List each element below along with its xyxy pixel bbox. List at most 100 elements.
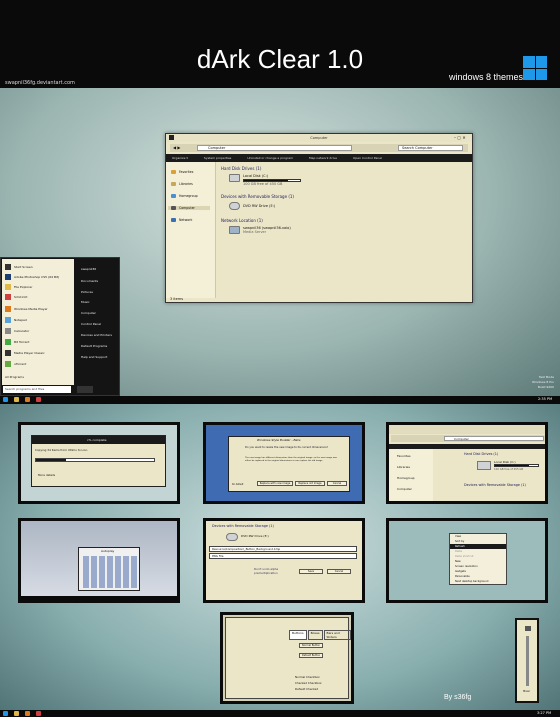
more-details[interactable]: More details — [38, 473, 55, 477]
window-controls[interactable]: – ▢ ✕ — [454, 135, 466, 140]
place-item[interactable]: Help and Support — [81, 355, 107, 359]
cancel-button[interactable]: Cancel — [327, 569, 351, 574]
signature: By s36fg — [444, 694, 472, 701]
copy-dialog[interactable]: c% complete Copying 34 items from Ultimo… — [31, 435, 166, 487]
group-removable[interactable]: Devices with Removable Storage (1) — [212, 524, 274, 528]
address-bar[interactable]: Computer — [444, 436, 544, 441]
nav-item-network[interactable]: Network — [171, 218, 192, 222]
nav-item-computer[interactable]: Computer — [168, 206, 210, 210]
icon-grid[interactable] — [83, 556, 137, 588]
explorer-window[interactable]: Computer – ▢ ✕ ◀ ▶ Computer Search Compu… — [165, 133, 473, 303]
nav-item-libraries[interactable]: Libraries — [171, 182, 193, 186]
dvd-name: DVD RW Drive (E:) — [243, 204, 276, 208]
start-search-input[interactable]: Search programs and files — [3, 386, 71, 393]
mpc-icon — [5, 350, 11, 356]
program-item[interactable]: uTorrent — [5, 360, 26, 368]
tab-boxes[interactable]: Boxes — [307, 630, 323, 640]
program-item[interactable]: Bit Torrent — [5, 338, 29, 346]
group-hard-disk[interactable]: Hard Disk Drives (1) — [221, 166, 261, 171]
do-default[interactable]: Do default — [232, 483, 243, 486]
volume-slider[interactable] — [526, 636, 529, 686]
resize-button[interactable]: Replace with new image — [257, 481, 293, 486]
toolbar-organize[interactable]: Organize ▾ — [172, 156, 188, 160]
program-item[interactable]: Windows Media Player — [5, 305, 48, 313]
start-screen-icon — [5, 264, 11, 270]
place-item[interactable]: Computer — [81, 311, 96, 315]
checked-checkbox[interactable]: Checked Checkbox — [295, 681, 322, 685]
place-item[interactable]: Documents — [81, 279, 98, 283]
author-credit: swapnil36fg.deviantart.com — [5, 80, 75, 86]
place-item[interactable]: Music — [81, 300, 90, 304]
program-item[interactable]: Notepad — [5, 316, 27, 324]
homegroup-icon — [171, 194, 176, 198]
group-network[interactable]: Network Location (1) — [221, 218, 263, 223]
hard-disk-icon — [477, 461, 491, 470]
program-item[interactable]: Media Player Classic — [5, 349, 45, 357]
autoplay-window[interactable]: Autoplay — [78, 547, 140, 591]
clock[interactable]: 3:27 PM — [537, 711, 551, 715]
net-sub: Media Server — [243, 230, 267, 234]
utorrent-icon — [5, 361, 11, 367]
nav-item-homegroup[interactable]: Homegroup — [171, 194, 198, 198]
toolbar-uninstall[interactable]: Uninstall or change a program — [247, 156, 293, 160]
place-item[interactable]: Default Programs — [81, 344, 107, 348]
drive-c[interactable]: Local Disk (C:) 100 GB free of 450 GB — [229, 174, 301, 186]
app-icon[interactable] — [36, 711, 41, 716]
default-checked-checkbox[interactable]: Default Checked — [295, 687, 318, 691]
all-programs[interactable]: All Programs — [5, 373, 24, 381]
nav-item[interactable]: Favorites — [397, 454, 411, 458]
replace-button[interactable]: Replace old image — [295, 481, 325, 486]
explorer-icon[interactable] — [14, 711, 19, 716]
media-icon[interactable] — [25, 397, 30, 402]
place-item[interactable]: swapnil36 — [81, 267, 96, 271]
shutdown-button[interactable] — [77, 386, 93, 393]
calculator-icon — [5, 328, 11, 334]
normal-checkbox[interactable]: Normal Checkbox — [295, 675, 320, 679]
dont-undo-checkbox[interactable]: Don't undo alpha premultiplication — [254, 567, 284, 575]
toolbar-control-panel[interactable]: Open Control Panel — [353, 156, 382, 160]
program-item[interactable]: Calculator — [5, 327, 29, 335]
nav-item[interactable]: Homegroup — [397, 476, 415, 480]
toolbar-map-drive[interactable]: Map network drive — [309, 156, 337, 160]
nav-item-favorites[interactable]: Favorites — [171, 170, 193, 174]
media-icon[interactable] — [25, 711, 30, 716]
place-item[interactable]: Devices and Printers — [81, 333, 112, 337]
normal-button[interactable]: Normal Button — [299, 643, 323, 648]
start-icon[interactable] — [3, 397, 8, 402]
program-item[interactable]: Start Screen — [5, 263, 33, 271]
path-field[interactable]: Resource\Composition\_Button_Background.… — [209, 546, 357, 552]
menu-item[interactable]: Next desktop background — [450, 579, 506, 584]
status-bar: 3 items — [170, 297, 184, 301]
toolbar-system-properties[interactable]: System properties — [204, 156, 231, 160]
clock[interactable]: 2:35 PM — [538, 397, 552, 401]
cancel-button[interactable]: Cancel — [327, 481, 347, 486]
save-button[interactable]: Save — [299, 569, 323, 574]
group-hard-disk[interactable]: Hard Disk Drives (1) — [464, 452, 498, 456]
group-removable[interactable]: Devices with Removable Storage (1) — [221, 194, 294, 199]
place-item[interactable]: Control Panel — [81, 322, 101, 326]
search-input[interactable]: Search Computer — [398, 145, 463, 151]
app-icon[interactable] — [36, 397, 41, 402]
network-location[interactable]: swapnil36 (swapnil36-vaio) Media Server — [229, 226, 291, 234]
program-item[interactable]: SimCircit — [5, 293, 27, 301]
explorer-icon[interactable] — [14, 397, 19, 402]
network-icon — [171, 218, 176, 222]
nav-item[interactable]: Libraries — [397, 465, 410, 469]
dvd-name: DVD RW Drive (E:) — [241, 534, 269, 538]
mixer-label[interactable]: Mixer — [523, 690, 530, 693]
tab-buttons[interactable]: Buttons — [289, 630, 307, 640]
group-removable[interactable]: Devices with Removable Storage (1) — [464, 483, 526, 487]
back-forward-icon[interactable]: ◀ ▶ — [173, 145, 180, 150]
type-field[interactable]: PNG File — [209, 553, 357, 559]
tab-bars[interactable]: Bars and Sliders — [323, 630, 351, 640]
resize-dialog[interactable]: Windows Style Builder - Beta Do you want… — [228, 436, 350, 492]
default-button[interactable]: Default Button — [299, 653, 323, 658]
nav-item[interactable]: Computer — [397, 487, 412, 491]
drive-dvd[interactable]: DVD RW Drive (E:) — [229, 202, 275, 210]
address-bar[interactable]: Computer — [197, 145, 352, 151]
program-item[interactable]: Adobe Photoshop CS5 (64 Bit) — [5, 273, 59, 281]
start-icon[interactable] — [3, 711, 8, 716]
program-item[interactable]: File Explorer — [5, 283, 32, 291]
windows-logo-icon — [523, 56, 547, 80]
place-item[interactable]: Pictures — [81, 290, 93, 294]
